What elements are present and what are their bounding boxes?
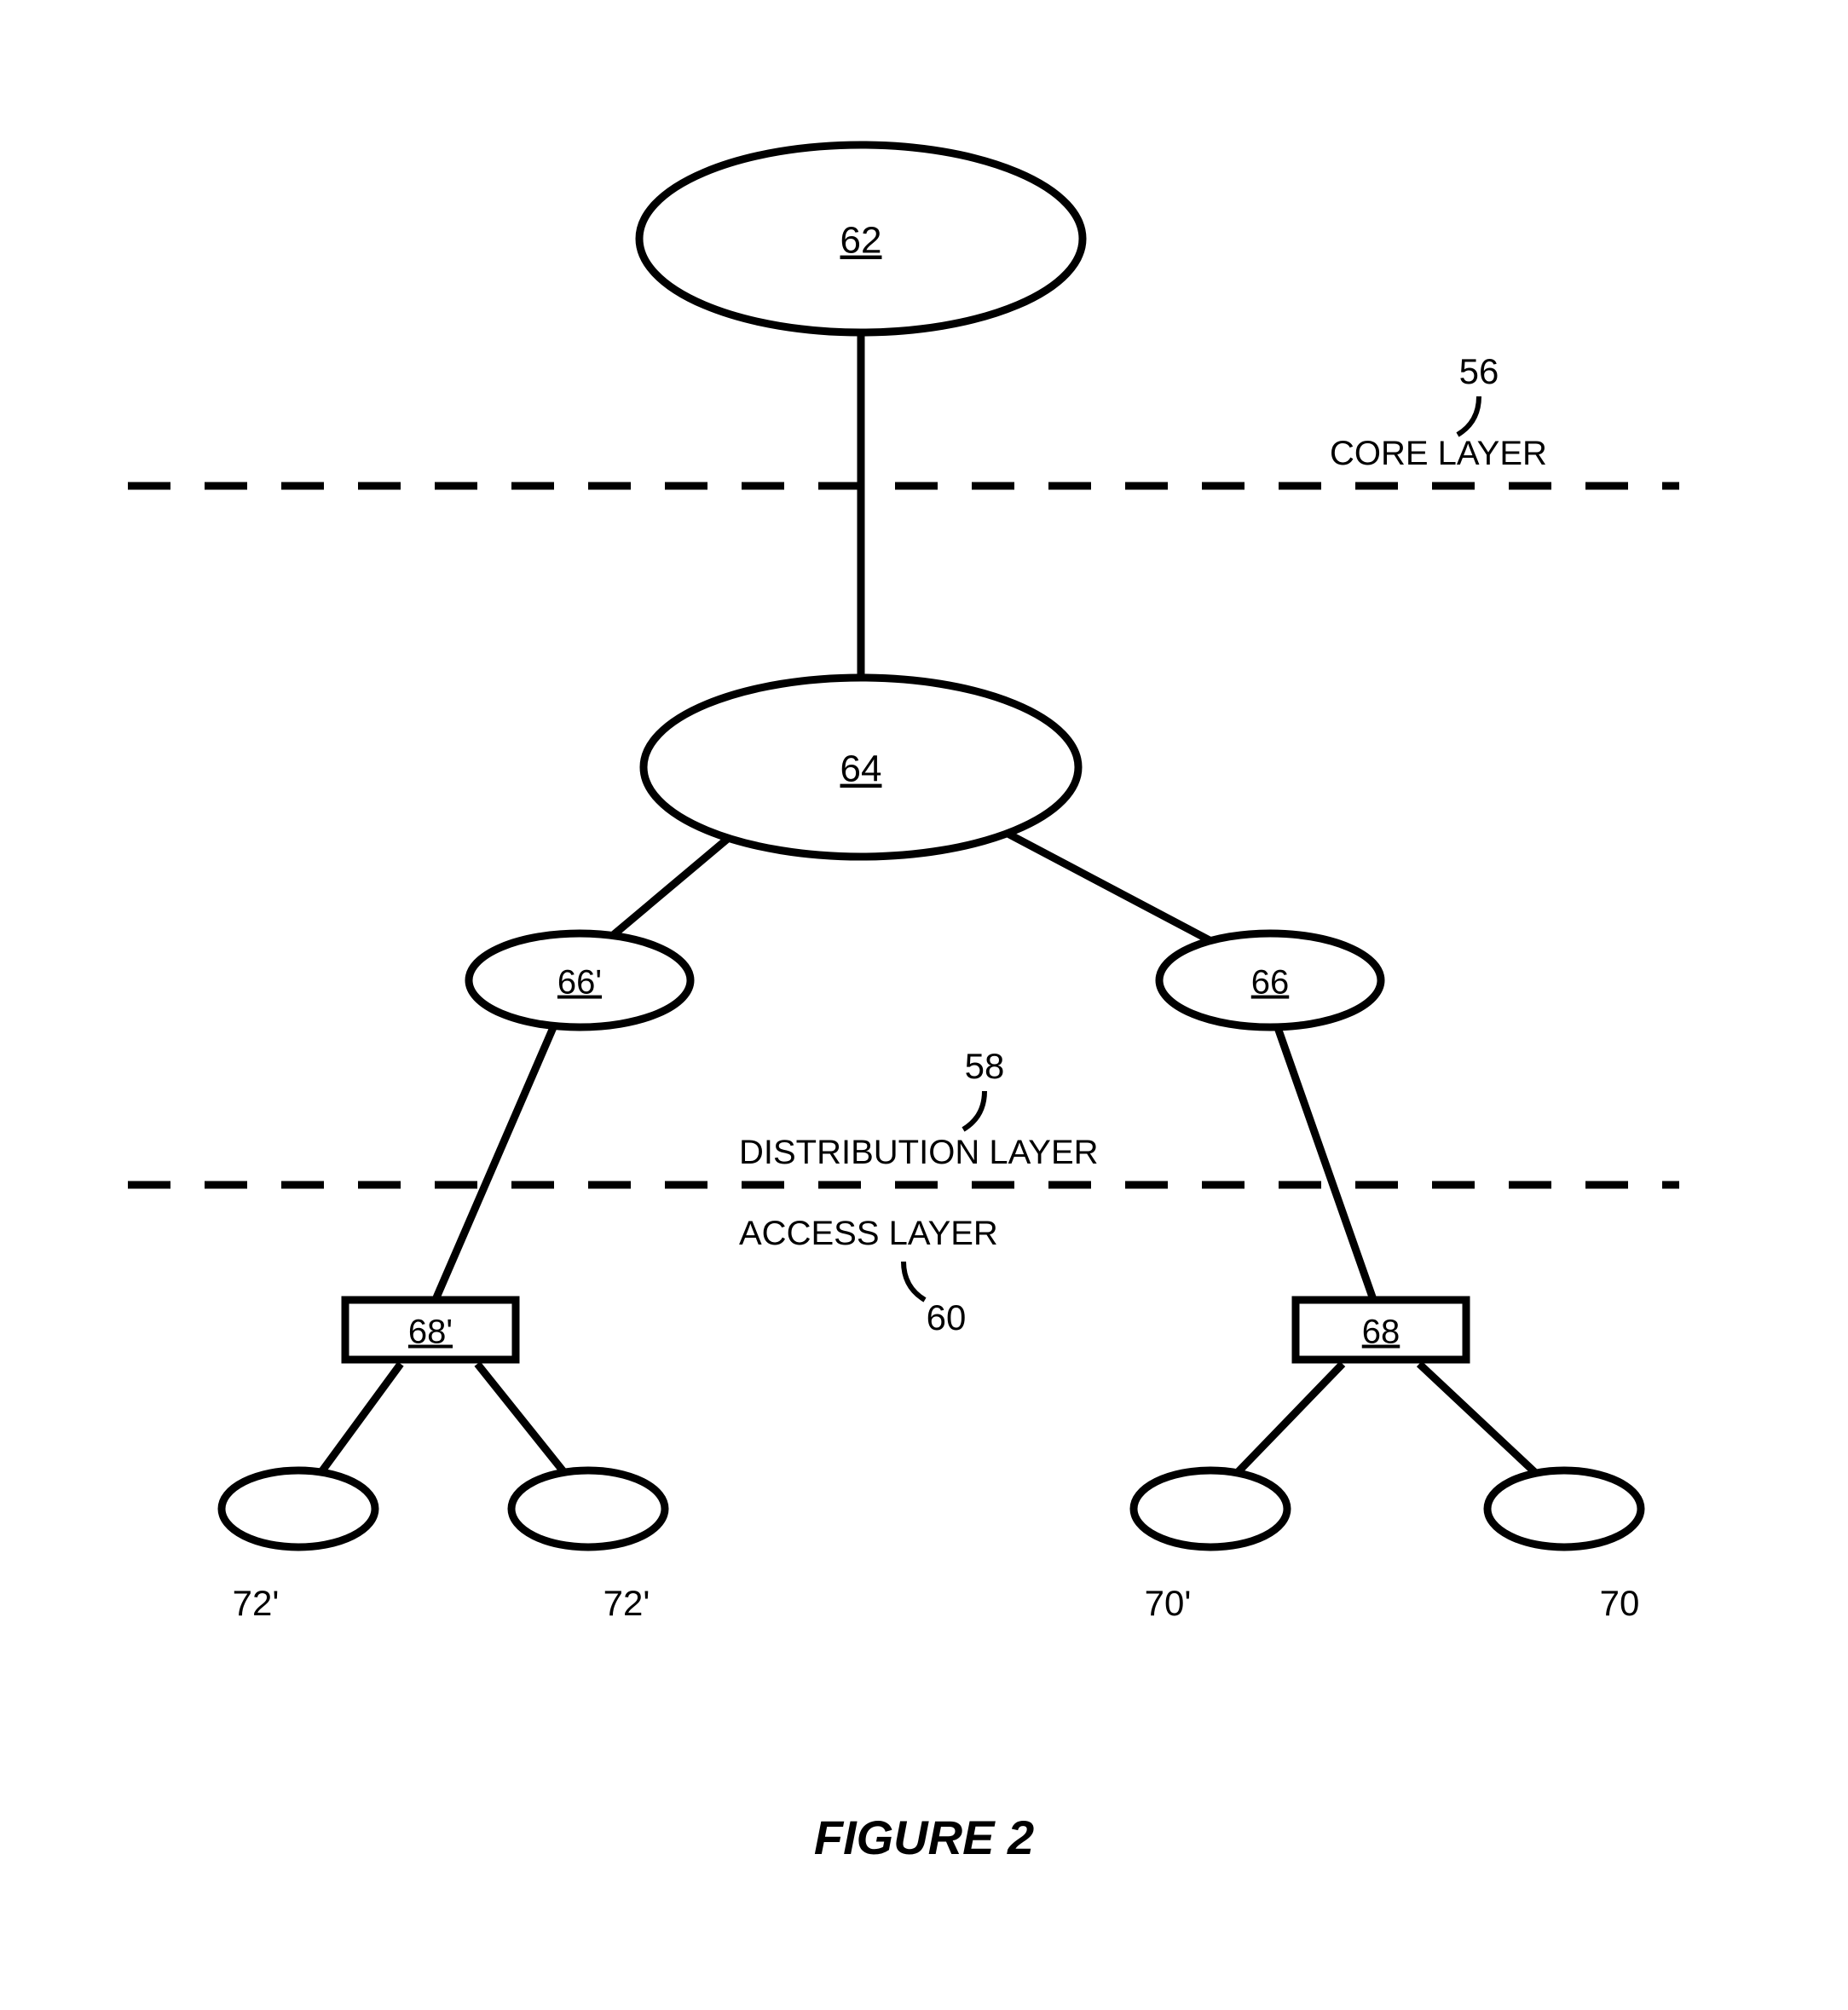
node-66prime-label: 66' xyxy=(557,964,602,1002)
leaf-70a-ref: 70' xyxy=(1145,1583,1192,1623)
edge-66-68 xyxy=(1270,1006,1381,1321)
edge-66prime-68prime xyxy=(426,1006,563,1321)
leaf-72a-ref: 72' xyxy=(233,1583,280,1623)
node-64-label: 64 xyxy=(840,748,882,790)
node-66-label: 66 xyxy=(1251,964,1290,1002)
node-68-label: 68 xyxy=(1362,1314,1400,1351)
leaf-72b xyxy=(511,1470,665,1547)
leaf-70a xyxy=(1134,1470,1287,1547)
leaf-70b xyxy=(1487,1470,1641,1547)
access-layer-label: ACCESS LAYER xyxy=(739,1215,998,1252)
diagram-root: 62 56 CORE LAYER 64 66' 66 58 DISTRIBUTI… xyxy=(0,0,1848,2010)
node-62-label: 62 xyxy=(840,220,882,262)
leaf-70b-ref: 70 xyxy=(1600,1583,1640,1623)
figure-caption: FIGURE 2 xyxy=(814,1811,1034,1864)
leaf-72b-ref: 72' xyxy=(603,1583,650,1623)
node-68prime-label: 68' xyxy=(408,1314,453,1351)
distribution-layer-ref: 58 xyxy=(965,1046,1005,1086)
access-layer-ref: 60 xyxy=(927,1297,967,1337)
distribution-layer-label: DISTRIBUTION LAYER xyxy=(739,1134,1099,1171)
core-layer-leader xyxy=(1458,396,1479,435)
leaf-72a xyxy=(222,1470,375,1547)
core-layer-label: CORE LAYER xyxy=(1330,435,1547,472)
access-layer-leader xyxy=(904,1262,925,1300)
distribution-layer-leader xyxy=(963,1091,985,1129)
core-layer-ref: 56 xyxy=(1459,351,1499,391)
